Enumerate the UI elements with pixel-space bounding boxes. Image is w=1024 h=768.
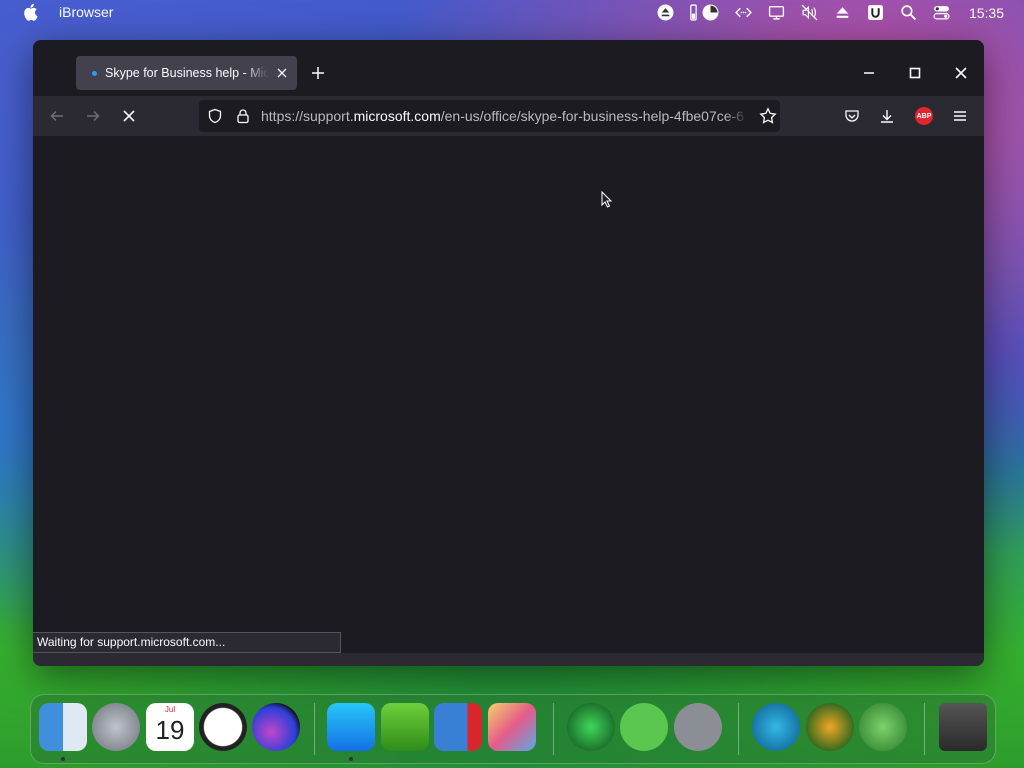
- pocket-icon: [845, 110, 859, 122]
- minimize-button[interactable]: [846, 50, 892, 96]
- pie-chart-icon[interactable]: [701, 3, 721, 23]
- app-menu-button[interactable]: [950, 106, 970, 126]
- code-icon[interactable]: [734, 3, 754, 23]
- launchpad-icon[interactable]: [92, 703, 140, 751]
- forward-button[interactable]: [83, 106, 103, 126]
- pocket-button[interactable]: [842, 106, 862, 126]
- url-host: microsoft.com: [353, 108, 441, 124]
- downloads-button[interactable]: [877, 106, 897, 126]
- mute-icon[interactable]: [800, 3, 820, 23]
- maximize-button[interactable]: [892, 50, 938, 96]
- eject-icon[interactable]: [656, 3, 676, 23]
- bookmark-star-icon[interactable]: [759, 107, 777, 125]
- siri-icon[interactable]: [252, 703, 300, 751]
- stop-icon: [123, 110, 135, 122]
- tracking-protection-shield-icon[interactable]: [207, 108, 223, 124]
- url-path: /en-us/office/skype-for-business-help-4f…: [440, 108, 744, 124]
- network-people-icon[interactable]: [859, 703, 907, 751]
- eject-icon[interactable]: [833, 3, 853, 23]
- minimize-icon: [864, 72, 874, 74]
- tab-bar: Skype for Business help - Microsoft Supp…: [33, 40, 984, 96]
- navigation-toolbar: https://support.microsoft.com/en-us/offi…: [33, 96, 984, 136]
- lock-icon[interactable]: [235, 108, 251, 124]
- search-icon[interactable]: [899, 3, 919, 23]
- adblock-plus-icon[interactable]: ABP: [915, 107, 933, 125]
- download-icon: [881, 110, 893, 123]
- window-bottom-border: [33, 653, 984, 666]
- clock-app-icon[interactable]: [199, 703, 247, 751]
- system-utilities-icon[interactable]: [674, 703, 722, 751]
- www-globe-icon[interactable]: [752, 703, 800, 751]
- browser-window: Skype for Business help - Microsoft Supp…: [33, 40, 984, 666]
- url-prefix: https://support.: [261, 108, 354, 124]
- utorrent-icon[interactable]: [381, 703, 429, 751]
- dock-separator: [738, 703, 739, 755]
- arrow-left-icon: [50, 110, 63, 122]
- active-app-name[interactable]: iBrowser: [59, 4, 113, 20]
- new-tab-icon[interactable]: [310, 65, 326, 81]
- dock: Jul 19: [30, 694, 996, 764]
- downloader-icon[interactable]: [806, 703, 854, 751]
- running-indicator: [61, 757, 65, 761]
- maximize-icon: [909, 67, 921, 79]
- running-indicator: [349, 757, 353, 761]
- preview-icon[interactable]: [488, 703, 536, 751]
- display-icon[interactable]: [767, 3, 787, 23]
- calendar-month: Jul: [164, 705, 176, 714]
- close-window-button[interactable]: [938, 50, 984, 96]
- back-button[interactable]: [47, 106, 67, 126]
- trash-icon[interactable]: [939, 703, 987, 751]
- menubar-clock[interactable]: 15:35: [969, 5, 1004, 21]
- mouse-cursor-icon: [601, 191, 612, 208]
- apple-icon[interactable]: [22, 3, 38, 21]
- calendar-day: 19: [155, 715, 185, 745]
- tab-title: Skype for Business help - Microsoft Supp…: [105, 66, 269, 80]
- arrow-right-icon: [87, 110, 100, 122]
- close-tab-icon[interactable]: [275, 66, 289, 80]
- control-center-icon[interactable]: [932, 3, 952, 23]
- menu-bar: iBrowser 15:35: [0, 0, 1024, 25]
- dock-separator: [314, 703, 315, 755]
- stop-button[interactable]: [119, 106, 139, 126]
- safari-icon[interactable]: [327, 703, 375, 751]
- url-text[interactable]: https://support.microsoft.com/en-us/offi…: [261, 108, 749, 124]
- tab-active[interactable]: Skype for Business help - Microsoft Supp…: [76, 56, 297, 90]
- calendar-icon[interactable]: Jul 19: [146, 703, 194, 751]
- hamburger-menu-icon: [954, 111, 966, 121]
- close-icon: [955, 67, 967, 79]
- dock-separator: [553, 703, 554, 755]
- parallels-icon[interactable]: [434, 703, 482, 751]
- page-content-area[interactable]: [33, 136, 984, 653]
- u-icon[interactable]: [866, 3, 886, 23]
- collabsysos-icon[interactable]: [567, 703, 615, 751]
- url-bar[interactable]: https://support.microsoft.com/en-us/offi…: [199, 100, 780, 132]
- link-app-icon[interactable]: [620, 703, 668, 751]
- loading-favicon-icon: [92, 70, 97, 76]
- window-controls: [846, 50, 984, 96]
- dock-separator: [924, 703, 925, 755]
- battery-icon[interactable]: [689, 3, 699, 23]
- finder-icon[interactable]: [39, 703, 87, 751]
- status-area: 15:35: [656, 0, 1024, 25]
- status-panel: Waiting for support.microsoft.com...: [33, 632, 341, 653]
